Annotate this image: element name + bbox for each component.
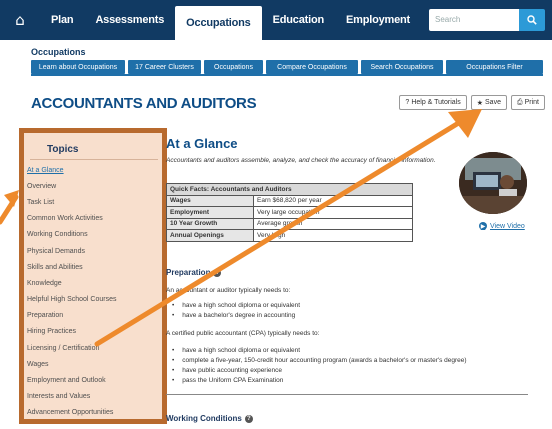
topic-hiring-practices[interactable]: Hiring Practices <box>27 324 163 340</box>
nav-education[interactable]: Education <box>262 0 335 40</box>
topic-employment-and-outlook[interactable]: Employment and Outlook <box>27 372 163 388</box>
view-video-link[interactable]: ▶ View Video <box>479 222 525 230</box>
nav-assessments[interactable]: Assessments <box>84 0 175 40</box>
fact-value: Average growth <box>253 217 413 230</box>
topic-task-list[interactable]: Task List <box>27 194 163 210</box>
topic-overview[interactable]: Overview <box>27 178 163 194</box>
table-row: Annual Openings Very High <box>166 229 413 242</box>
topics-list: At a Glance Overview Task List Common Wo… <box>27 162 163 421</box>
fact-value: Very High <box>253 229 413 242</box>
topic-interests-and-values[interactable]: Interests and Values <box>27 389 163 405</box>
thumbnail-image <box>459 152 527 214</box>
arrow-to-topics <box>0 194 19 225</box>
page-title: ACCOUNTANTS AND AUDITORS <box>31 95 257 112</box>
topic-licensing-certification[interactable]: Licensing / Certification <box>27 340 163 356</box>
quick-facts-title: Quick Facts: Accountants and Auditors <box>166 183 413 196</box>
occupation-video-thumbnail[interactable] <box>459 152 527 214</box>
view-video-label: View Video <box>490 222 525 230</box>
preparation-heading-text: Preparation <box>166 268 211 277</box>
section-divider <box>166 394 528 395</box>
preparation-list-2: have a high school diploma or equivalent… <box>172 345 467 385</box>
topic-working-conditions[interactable]: Working Conditions <box>27 227 163 243</box>
play-icon: ▶ <box>479 222 487 230</box>
list-item: pass the Uniform CPA Examination <box>172 375 467 385</box>
topic-skills-and-abilities[interactable]: Skills and Abilities <box>27 259 163 275</box>
topic-advancement-opportunities[interactable]: Advancement Opportunities <box>27 405 163 421</box>
list-item: have a high school diploma or equivalent <box>172 345 467 355</box>
help-tutorials-button[interactable]: ? Help & Tutorials <box>399 95 467 110</box>
topic-helpful-high-school-courses[interactable]: Helpful High School Courses <box>27 292 163 308</box>
fact-value: Earn $68,820 per year <box>253 194 413 207</box>
topics-divider <box>30 159 158 160</box>
arrow-to-save-head <box>448 109 482 138</box>
topic-knowledge[interactable]: Knowledge <box>27 275 163 291</box>
preparation-intro-1: An accountant or auditor typically needs… <box>166 287 291 294</box>
subnav-career-clusters[interactable]: 17 Career Clusters <box>128 60 201 74</box>
page-tools: ? Help & Tutorials ★ Save ⎙ Print <box>399 95 545 110</box>
working-conditions-heading: Working Conditions ? <box>166 414 253 423</box>
subnav-occupations-filter[interactable]: Occupations Filter <box>446 60 543 74</box>
print-label: Print <box>524 99 539 106</box>
fact-label: 10 Year Growth <box>166 217 254 230</box>
help-circle-icon[interactable]: ? <box>213 268 222 277</box>
subnav-compare-occupations[interactable]: Compare Occupations <box>266 60 358 74</box>
section-heading: Occupations <box>31 47 86 57</box>
list-item: have a bachelor's degree in accounting <box>172 310 300 320</box>
save-label: Save <box>485 99 501 106</box>
topics-sidebar: Topics At a Glance Overview Task List Co… <box>19 128 167 424</box>
list-item: complete a five-year, 150-credit hour ac… <box>172 355 466 365</box>
search-button[interactable] <box>519 9 545 31</box>
preparation-intro-2: A certified public accountant (CPA) typi… <box>166 330 320 337</box>
list-item: have a high school diploma or equivalent <box>172 300 300 310</box>
topics-title: Topics <box>47 144 79 155</box>
quick-facts-table: Quick Facts: Accountants and Auditors Wa… <box>166 183 413 242</box>
search-input[interactable]: Search <box>429 9 519 31</box>
help-tutorials-label: Help & Tutorials <box>411 99 461 106</box>
fact-value: Very large occupation <box>253 206 413 219</box>
section-subnav: Learn about Occupations 17 Career Cluste… <box>31 60 543 76</box>
print-button[interactable]: ⎙ Print <box>510 95 545 110</box>
table-row: 10 Year Growth Average growth <box>166 217 413 230</box>
table-row: Wages Earn $68,820 per year <box>166 194 413 207</box>
subnav-search-occupations[interactable]: Search Occupations <box>361 60 443 74</box>
nav-occupations[interactable]: Occupations <box>175 6 262 40</box>
topic-physical-demands[interactable]: Physical Demands <box>27 243 163 259</box>
topic-wages[interactable]: Wages <box>27 356 163 372</box>
home-icon[interactable]: ⌂ <box>0 0 40 40</box>
subnav-occupations[interactable]: Occupations <box>204 60 263 74</box>
quick-facts-header-row: Quick Facts: Accountants and Auditors <box>166 183 413 196</box>
fact-label: Annual Openings <box>166 229 254 242</box>
preparation-list-1: have a high school diploma or equivalent… <box>172 300 300 320</box>
subnav-learn-about-occupations[interactable]: Learn about Occupations <box>31 60 125 74</box>
topic-at-a-glance[interactable]: At a Glance <box>27 162 163 178</box>
fact-label: Employment <box>166 206 254 219</box>
working-conditions-heading-text: Working Conditions <box>166 414 242 423</box>
arrow-to-topics-head <box>4 190 19 207</box>
fact-label: Wages <box>166 194 254 207</box>
at-a-glance-heading: At a Glance <box>166 136 238 151</box>
topic-preparation[interactable]: Preparation <box>27 308 163 324</box>
nav-employment[interactable]: Employment <box>335 0 421 40</box>
star-icon: ★ <box>476 99 484 107</box>
search-icon <box>527 15 537 25</box>
table-row: Employment Very large occupation <box>166 206 413 219</box>
help-circle-icon[interactable]: ? <box>244 414 253 423</box>
list-item: have public accounting experience <box>172 365 467 375</box>
help-icon: ? <box>405 99 410 106</box>
nav-plan[interactable]: Plan <box>40 0 84 40</box>
topic-common-work-activities[interactable]: Common Work Activities <box>27 211 163 227</box>
preparation-heading: Preparation ? <box>166 268 222 277</box>
save-button[interactable]: ★ Save <box>470 95 507 110</box>
print-icon: ⎙ <box>516 98 523 106</box>
at-a-glance-intro: Accountants and auditors assemble, analy… <box>166 157 436 164</box>
